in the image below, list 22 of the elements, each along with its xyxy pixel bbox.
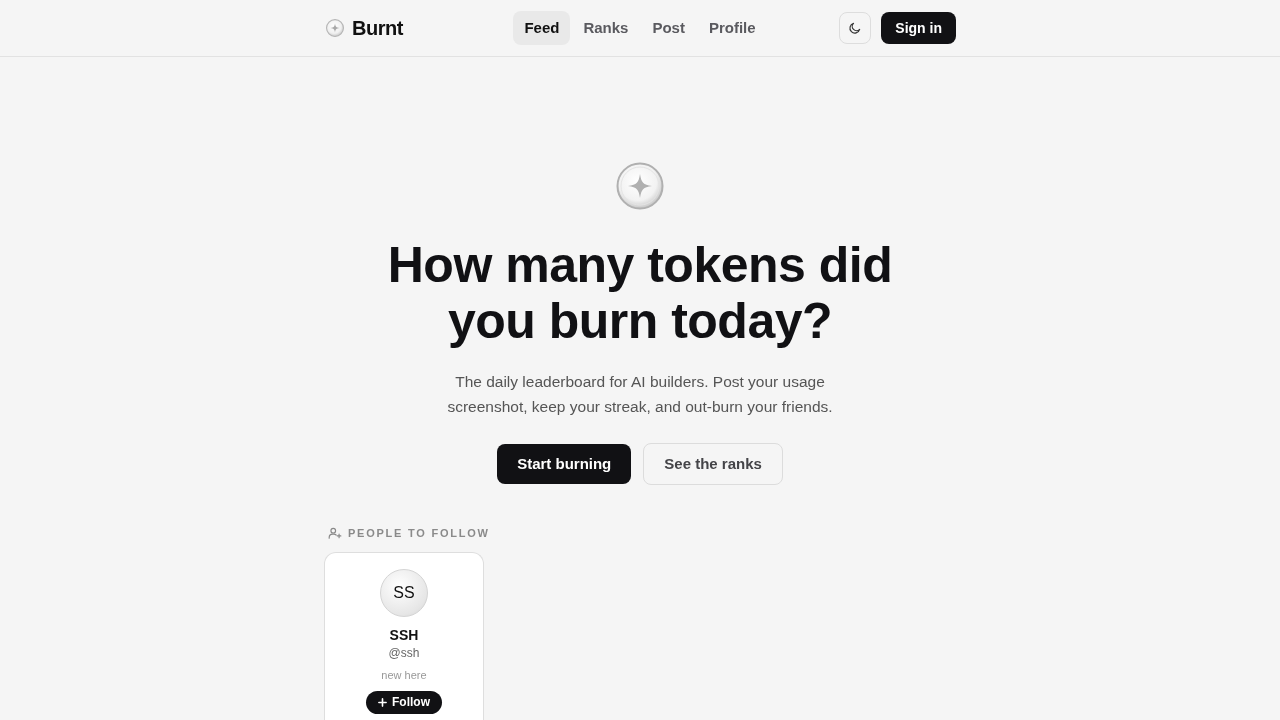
nav-tab[interactable]: Post — [641, 10, 696, 46]
nav-tab[interactable]: Ranks — [572, 10, 640, 46]
logo-icon — [616, 162, 664, 210]
start-button[interactable]: Start burning — [497, 444, 632, 484]
plus-icon — [378, 697, 387, 707]
ranks-button[interactable]: See the ranks — [643, 443, 783, 485]
person-note: new here — [381, 667, 427, 682]
hero-heading: How many tokens did you burn today? — [386, 237, 894, 349]
nav-tab[interactable]: Profile — [697, 10, 767, 46]
follow-button[interactable]: Follow — [366, 690, 442, 714]
hero-description: The daily leaderboard for AI builders. Post your usage screenshot, keep your streak, and out-burn your friends. — [446, 372, 834, 417]
sign-in-button[interactable]: Sign in — [881, 12, 956, 44]
add-user-icon — [328, 526, 342, 541]
brand-name[interactable]: Burnt — [352, 13, 403, 43]
person-name: SSH — [389, 625, 419, 644]
person-handle: @ssh — [388, 644, 420, 662]
moon-icon — [848, 21, 863, 35]
nav-tab[interactable]: Feed — [513, 10, 571, 46]
logo-icon — [326, 19, 344, 37]
theme-toggle-button[interactable] — [839, 12, 872, 44]
section-heading: PEOPLE TO FOLLOW — [348, 526, 490, 541]
avatar-initials: SS — [380, 568, 428, 617]
